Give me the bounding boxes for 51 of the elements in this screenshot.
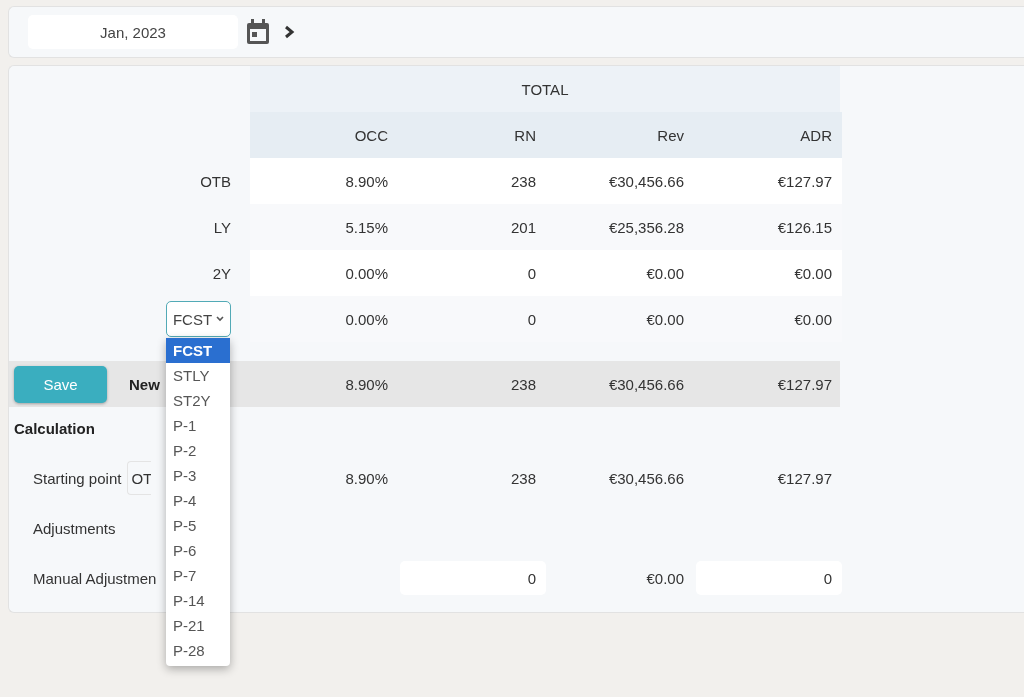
table-cell-text: €0.00 xyxy=(645,568,685,589)
table-cell-text: €30,456.66 xyxy=(607,468,685,489)
row-label: LY xyxy=(213,218,231,236)
calendar-icon[interactable] xyxy=(245,18,271,46)
table-cell: 0 xyxy=(398,250,546,296)
row-label: Manual Adjustmen xyxy=(33,569,157,587)
dropdown-option[interactable]: P-28 xyxy=(166,638,230,663)
table-cell: 8.90% xyxy=(250,158,398,204)
row-label: Starting point xyxy=(33,469,122,487)
table-cell-text: 238 xyxy=(509,468,537,489)
table-cell: €127.97 xyxy=(694,158,842,204)
table-cell-text: 238 xyxy=(509,374,537,395)
column-header: OCC xyxy=(250,112,398,158)
column-header: Rev xyxy=(546,112,694,158)
chevron-right-icon[interactable] xyxy=(283,25,295,39)
section-title: Calculation xyxy=(14,420,95,439)
starting-point-select[interactable]: OT xyxy=(127,461,152,495)
row-label: OTB xyxy=(200,172,231,190)
table-cell-text: 8.90% xyxy=(344,374,389,395)
dropdown-option[interactable]: STLY xyxy=(166,363,230,388)
column-header: RN xyxy=(398,112,546,158)
dropdown-option[interactable]: P-3 xyxy=(166,463,230,488)
column-header: ADR xyxy=(694,112,842,158)
input-field[interactable]: 0 xyxy=(696,561,842,595)
row-label: 2Y xyxy=(212,264,231,282)
dropdown-option[interactable]: P-6 xyxy=(166,538,230,563)
table-cell: 0.00% xyxy=(250,250,398,296)
dropdown-option[interactable]: P-2 xyxy=(166,438,230,463)
table-cell-text: €127.97 xyxy=(776,468,833,489)
forecast-select[interactable]: FCST xyxy=(166,301,231,337)
row-label: New xyxy=(129,375,160,393)
table-cell: 238 xyxy=(398,158,546,204)
column-group-header: TOTAL xyxy=(250,66,840,112)
table-cell: €0.00 xyxy=(694,250,842,296)
table-cell: €0.00 xyxy=(546,250,694,296)
dropdown-option[interactable]: ST2Y xyxy=(166,388,230,413)
date-field[interactable]: Jan, 2023 xyxy=(28,15,238,49)
table-cell-text: €30,456.66 xyxy=(607,374,685,395)
dropdown-option[interactable]: P-4 xyxy=(166,488,230,513)
input-field[interactable]: 0 xyxy=(400,561,546,595)
dropdown-option[interactable]: P-5 xyxy=(166,513,230,538)
dropdown-option[interactable]: P-7 xyxy=(166,563,230,588)
table-cell-text: €127.97 xyxy=(776,374,833,395)
dropdown-option[interactable]: P-14 xyxy=(166,588,230,613)
dropdown-option[interactable]: P-1 xyxy=(166,413,230,438)
table-cell: €30,456.66 xyxy=(546,158,694,204)
dropdown-option[interactable]: P-21 xyxy=(166,613,230,638)
dropdown-option[interactable]: FCST xyxy=(166,338,230,363)
row-label: Adjustments xyxy=(33,519,116,537)
caret-icon xyxy=(216,316,225,322)
table-cell-text: 8.90% xyxy=(344,468,389,489)
